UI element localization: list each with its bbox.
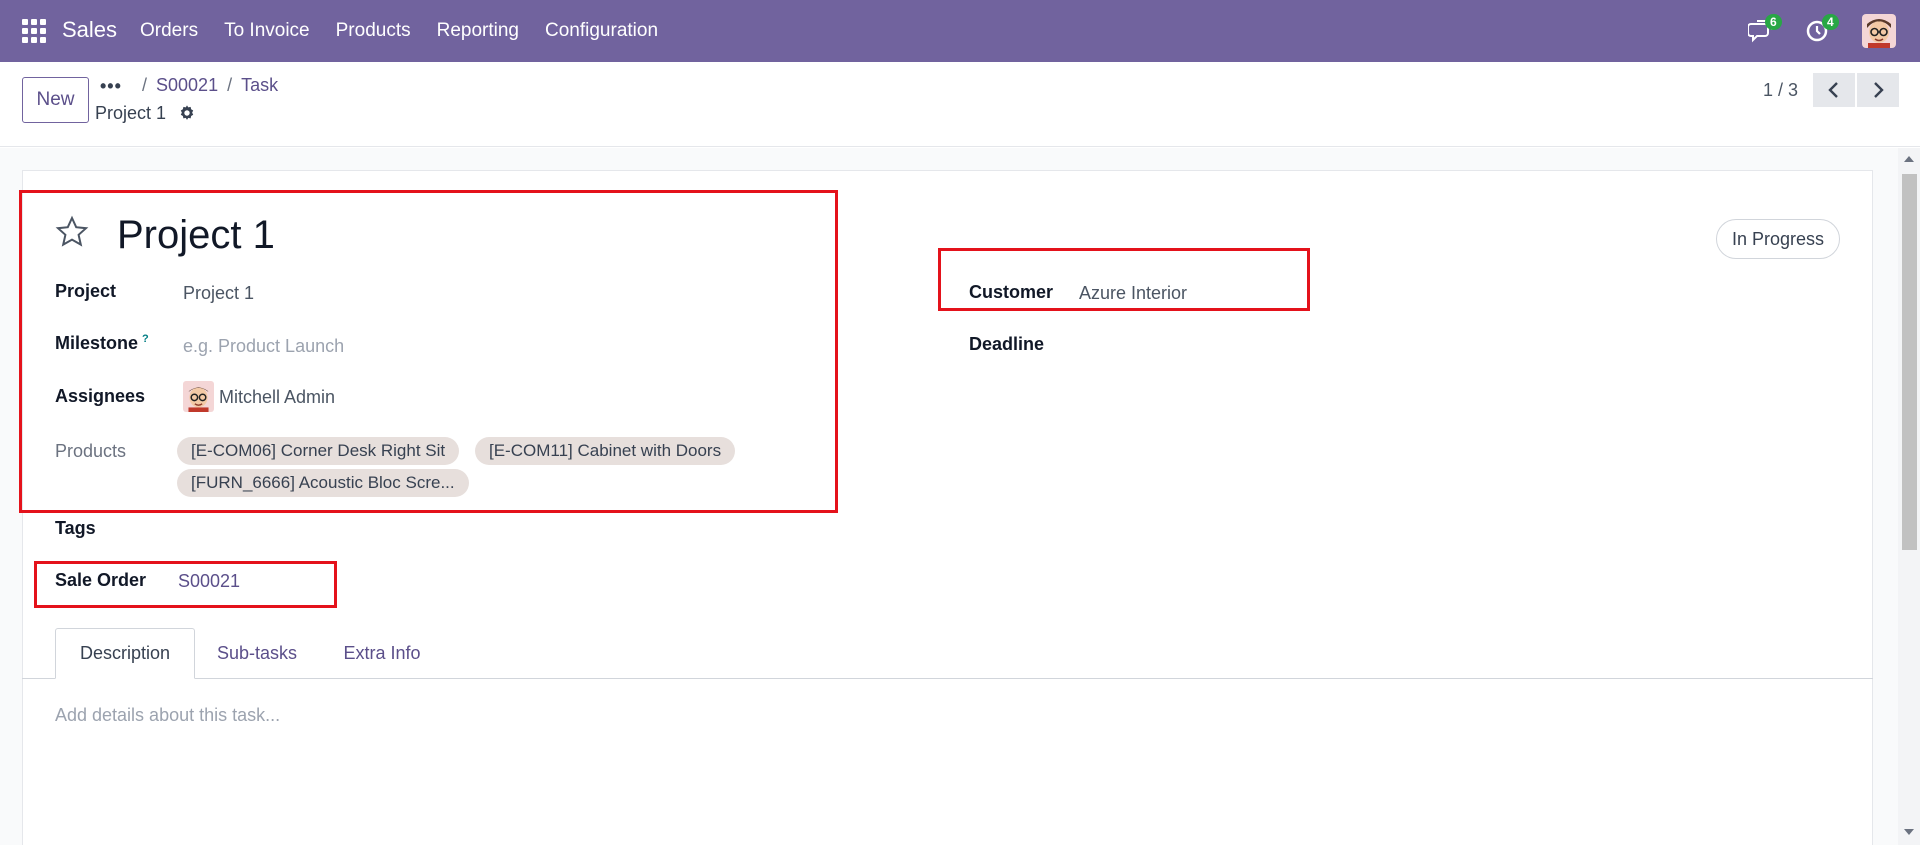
messages-count-badge: 6 (1765, 14, 1782, 30)
tab-description[interactable]: Description (55, 628, 195, 679)
scroll-up-icon[interactable] (1904, 156, 1914, 162)
record-title: Project 1 (95, 103, 167, 123)
menu-item-configuration[interactable]: Configuration (545, 20, 658, 42)
record-actions-button[interactable] (178, 104, 196, 122)
breadcrumb-more-button[interactable]: ••• (100, 76, 122, 97)
breadcrumb-sale-order[interactable]: S00021 (156, 75, 218, 95)
activities-button[interactable]: 4 (1805, 14, 1839, 44)
user-avatar-image (1862, 14, 1896, 48)
highlight-box-sale-order (34, 561, 337, 608)
breadcrumb-task[interactable]: Task (241, 75, 278, 95)
menu-item-products[interactable]: Products (336, 20, 411, 42)
pager-next-button[interactable] (1857, 73, 1899, 107)
chevron-left-icon (1828, 82, 1838, 98)
tab-extra-info[interactable]: Extra Info (322, 628, 442, 679)
user-avatar[interactable] (1862, 14, 1896, 48)
tab-sub-tasks[interactable]: Sub-tasks (202, 628, 312, 679)
menu-item-orders[interactable]: Orders (140, 20, 198, 42)
scroll-thumb[interactable] (1902, 174, 1917, 550)
activities-count-badge: 4 (1822, 14, 1839, 30)
highlight-box-customer (938, 248, 1310, 311)
main-menu: Orders To Invoice Products Reporting Con… (140, 20, 684, 42)
apps-menu-icon[interactable] (22, 19, 46, 43)
gear-icon (180, 105, 194, 120)
control-panel: New ••• / S00021/Task Project 1 1 / 3 (0, 62, 1920, 147)
deadline-label: Deadline (969, 334, 1045, 354)
new-button[interactable]: New (22, 77, 89, 123)
notebook-tabs: Description Sub-tasks Extra Info (22, 628, 1873, 679)
tags-label: Tags (55, 518, 96, 538)
pager-value[interactable]: 1 / 3 (1763, 80, 1798, 101)
description-editor[interactable]: Add details about this task... (55, 705, 280, 726)
highlight-box-task-fields (19, 190, 838, 513)
chevron-right-icon (1874, 82, 1884, 98)
status-button[interactable]: In Progress (1716, 219, 1840, 259)
app-name[interactable]: Sales (62, 17, 117, 43)
pager-previous-button[interactable] (1813, 73, 1855, 107)
breadcrumb: / S00021/Task (142, 75, 279, 95)
menu-item-to-invoice[interactable]: To Invoice (224, 20, 310, 42)
messages-button[interactable]: 6 (1747, 14, 1782, 44)
top-navbar: Sales Orders To Invoice Products Reporti… (0, 0, 1920, 62)
menu-item-reporting[interactable]: Reporting (437, 20, 519, 42)
scroll-down-icon[interactable] (1904, 829, 1914, 835)
vertical-scrollbar[interactable] (1898, 148, 1920, 845)
